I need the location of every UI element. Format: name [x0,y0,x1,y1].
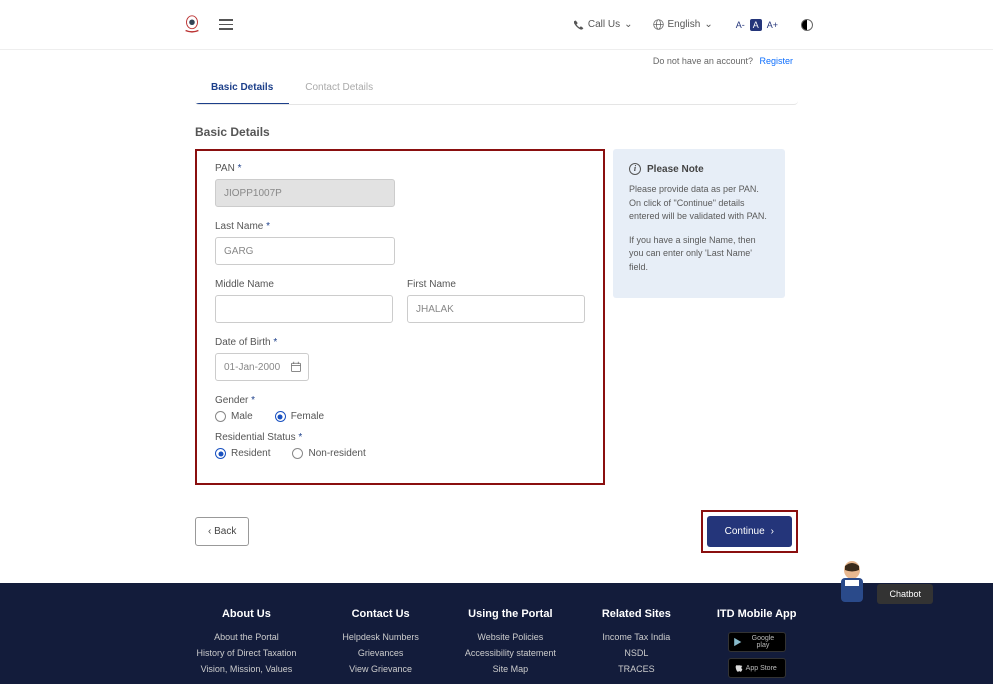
call-us-label: Call Us [588,19,620,30]
female-label: Female [291,411,324,422]
chatbot-avatar-icon [835,558,869,604]
site-logo[interactable] [180,13,204,37]
font-size-controls: A- A A+ [733,19,781,31]
registration-tabs: Basic Details Contact Details [195,72,798,105]
basic-details-form: PAN * Last Name * Middle Name First Name [195,149,605,485]
continue-button[interactable]: Continue › [707,516,792,547]
tab-contact-details[interactable]: Contact Details [289,72,389,104]
residential-label: Residential Status * [215,432,585,443]
globe-icon [653,19,664,30]
chatbot-label: Chatbot [877,584,933,604]
app-store-badge[interactable]: App Store [728,658,786,678]
menu-toggle[interactable] [219,19,233,30]
please-note-panel: Please Note Please provide data as per P… [613,149,785,298]
gender-label: Gender * [215,395,585,406]
info-icon [629,163,641,175]
register-prompt: Do not have an account? Register [0,50,993,72]
middle-name-label: Middle Name [215,279,393,290]
phone-icon [574,20,584,30]
footer-link[interactable]: Grievances [342,648,419,658]
register-link[interactable]: Register [759,56,793,66]
footer-link[interactable]: Site Map [465,664,556,674]
font-normal[interactable]: A [750,19,762,31]
apple-icon [733,663,743,673]
play-icon [733,637,743,647]
emblem-icon [181,14,203,36]
footer-link[interactable]: Accessibility statement [465,648,556,658]
contrast-toggle[interactable] [801,19,813,31]
footer-portal-head: Using the Portal [465,608,556,620]
dob-label: Date of Birth * [215,337,585,348]
calendar-icon[interactable] [290,361,302,373]
male-label: Male [231,411,253,422]
resident-label: Resident [231,448,270,459]
header: Call Us ⌄ English ⌄ A- A A+ [0,0,993,50]
note-text-1: Please provide data as per PAN. On click… [629,183,769,224]
chatbot-widget[interactable]: Chatbot [835,558,933,604]
last-name-input[interactable] [215,237,395,265]
font-decrease[interactable]: A- [733,19,748,31]
footer-contact-head: Contact Us [342,608,419,620]
footer-mobile-app: ITD Mobile App Google play App Store [717,608,797,684]
chevron-down-icon: ⌄ [704,19,712,30]
footer-link[interactable]: TRACES [602,664,671,674]
first-name-input[interactable] [407,295,585,323]
gender-female-radio[interactable]: Female [275,411,324,422]
no-account-text: Do not have an account? [653,56,753,66]
footer-related-head: Related Sites [602,608,671,620]
footer-app-head: ITD Mobile App [717,608,797,620]
footer-contact: Contact Us Helpdesk Numbers Grievances V… [342,608,419,684]
first-name-label: First Name [407,279,585,290]
back-button[interactable]: ‹ Back [195,517,249,546]
footer-about: About Us About the Portal History of Dir… [197,608,297,684]
last-name-label: Last Name * [215,221,585,232]
footer-about-head: About Us [197,608,297,620]
footer-link[interactable]: History of Direct Taxation [197,648,297,658]
language-dropdown[interactable]: English ⌄ [653,19,713,30]
footer-link[interactable]: NSDL [602,648,671,658]
language-label: English [668,19,701,30]
note-heading: Please Note [647,164,704,175]
resident-radio[interactable]: Resident [215,448,270,459]
call-us-dropdown[interactable]: Call Us ⌄ [574,19,633,30]
pan-input [215,179,395,207]
footer-link[interactable]: View Grievance [342,664,419,674]
footer-related: Related Sites Income Tax India NSDL TRAC… [602,608,671,684]
note-text-2: If you have a single Name, then you can … [629,234,769,275]
chevron-down-icon: ⌄ [624,19,632,30]
tab-basic-details[interactable]: Basic Details [195,72,289,105]
pan-label: PAN * [215,163,585,174]
gender-male-radio[interactable]: Male [215,411,253,422]
footer-link[interactable]: Vision, Mission, Values [197,664,297,674]
nonresident-radio[interactable]: Non-resident [292,448,365,459]
google-play-badge[interactable]: Google play [728,632,786,652]
nonresident-label: Non-resident [308,448,365,459]
footer-portal: Using the Portal Website Policies Access… [465,608,556,684]
font-increase[interactable]: A+ [764,19,781,31]
middle-name-input[interactable] [215,295,393,323]
section-title: Basic Details [195,125,798,139]
